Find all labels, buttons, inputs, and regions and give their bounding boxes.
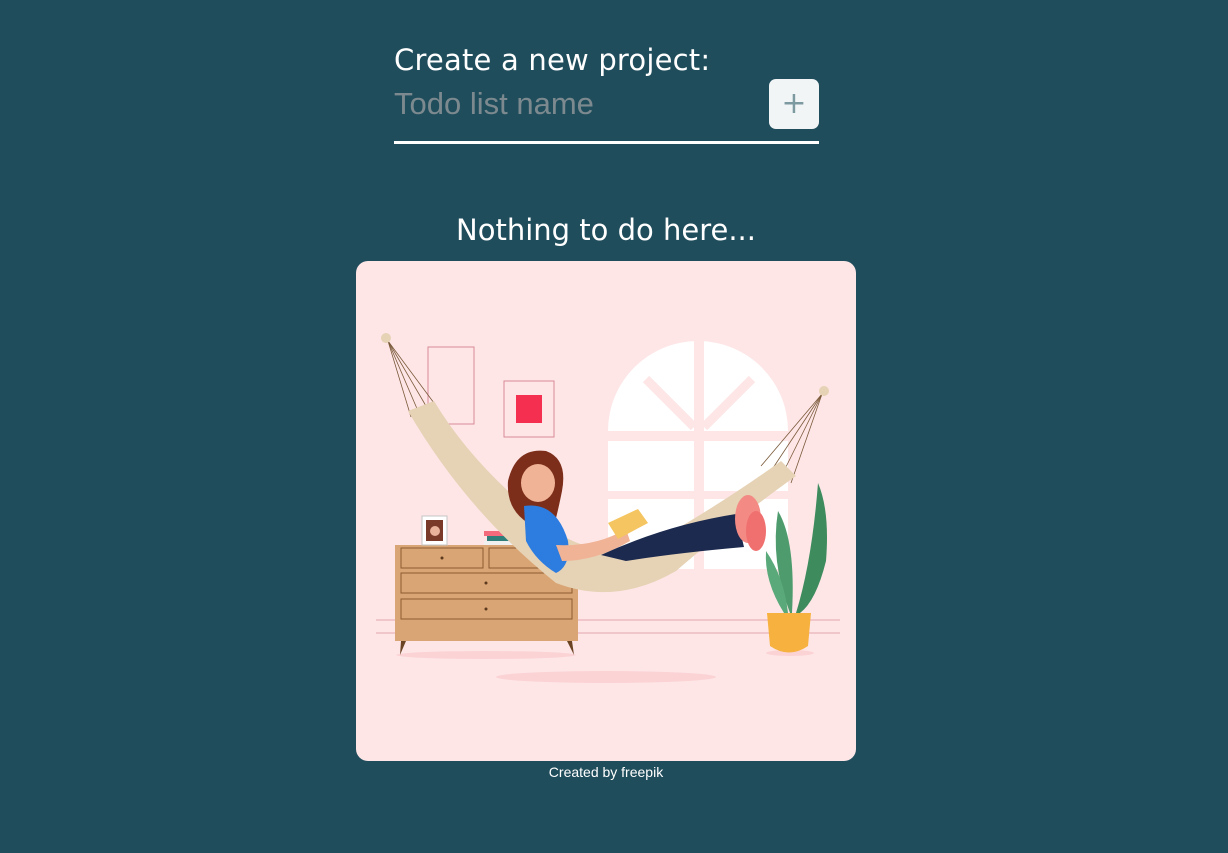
empty-state-title: Nothing to do here... [456,213,756,247]
add-project-button[interactable]: + [769,79,819,129]
create-project-heading: Create a new project: [394,43,711,77]
create-project-form: Create a new project: + [394,40,819,144]
todo-list-name-input[interactable] [394,84,754,124]
project-input-row: + [394,79,819,144]
hammock-illustration-icon [376,333,840,683]
illustration-credit: Created by freepik [548,764,664,780]
empty-state-illustration [356,261,856,761]
app-page: Create a new project: + Nothing to do he… [0,0,1228,853]
